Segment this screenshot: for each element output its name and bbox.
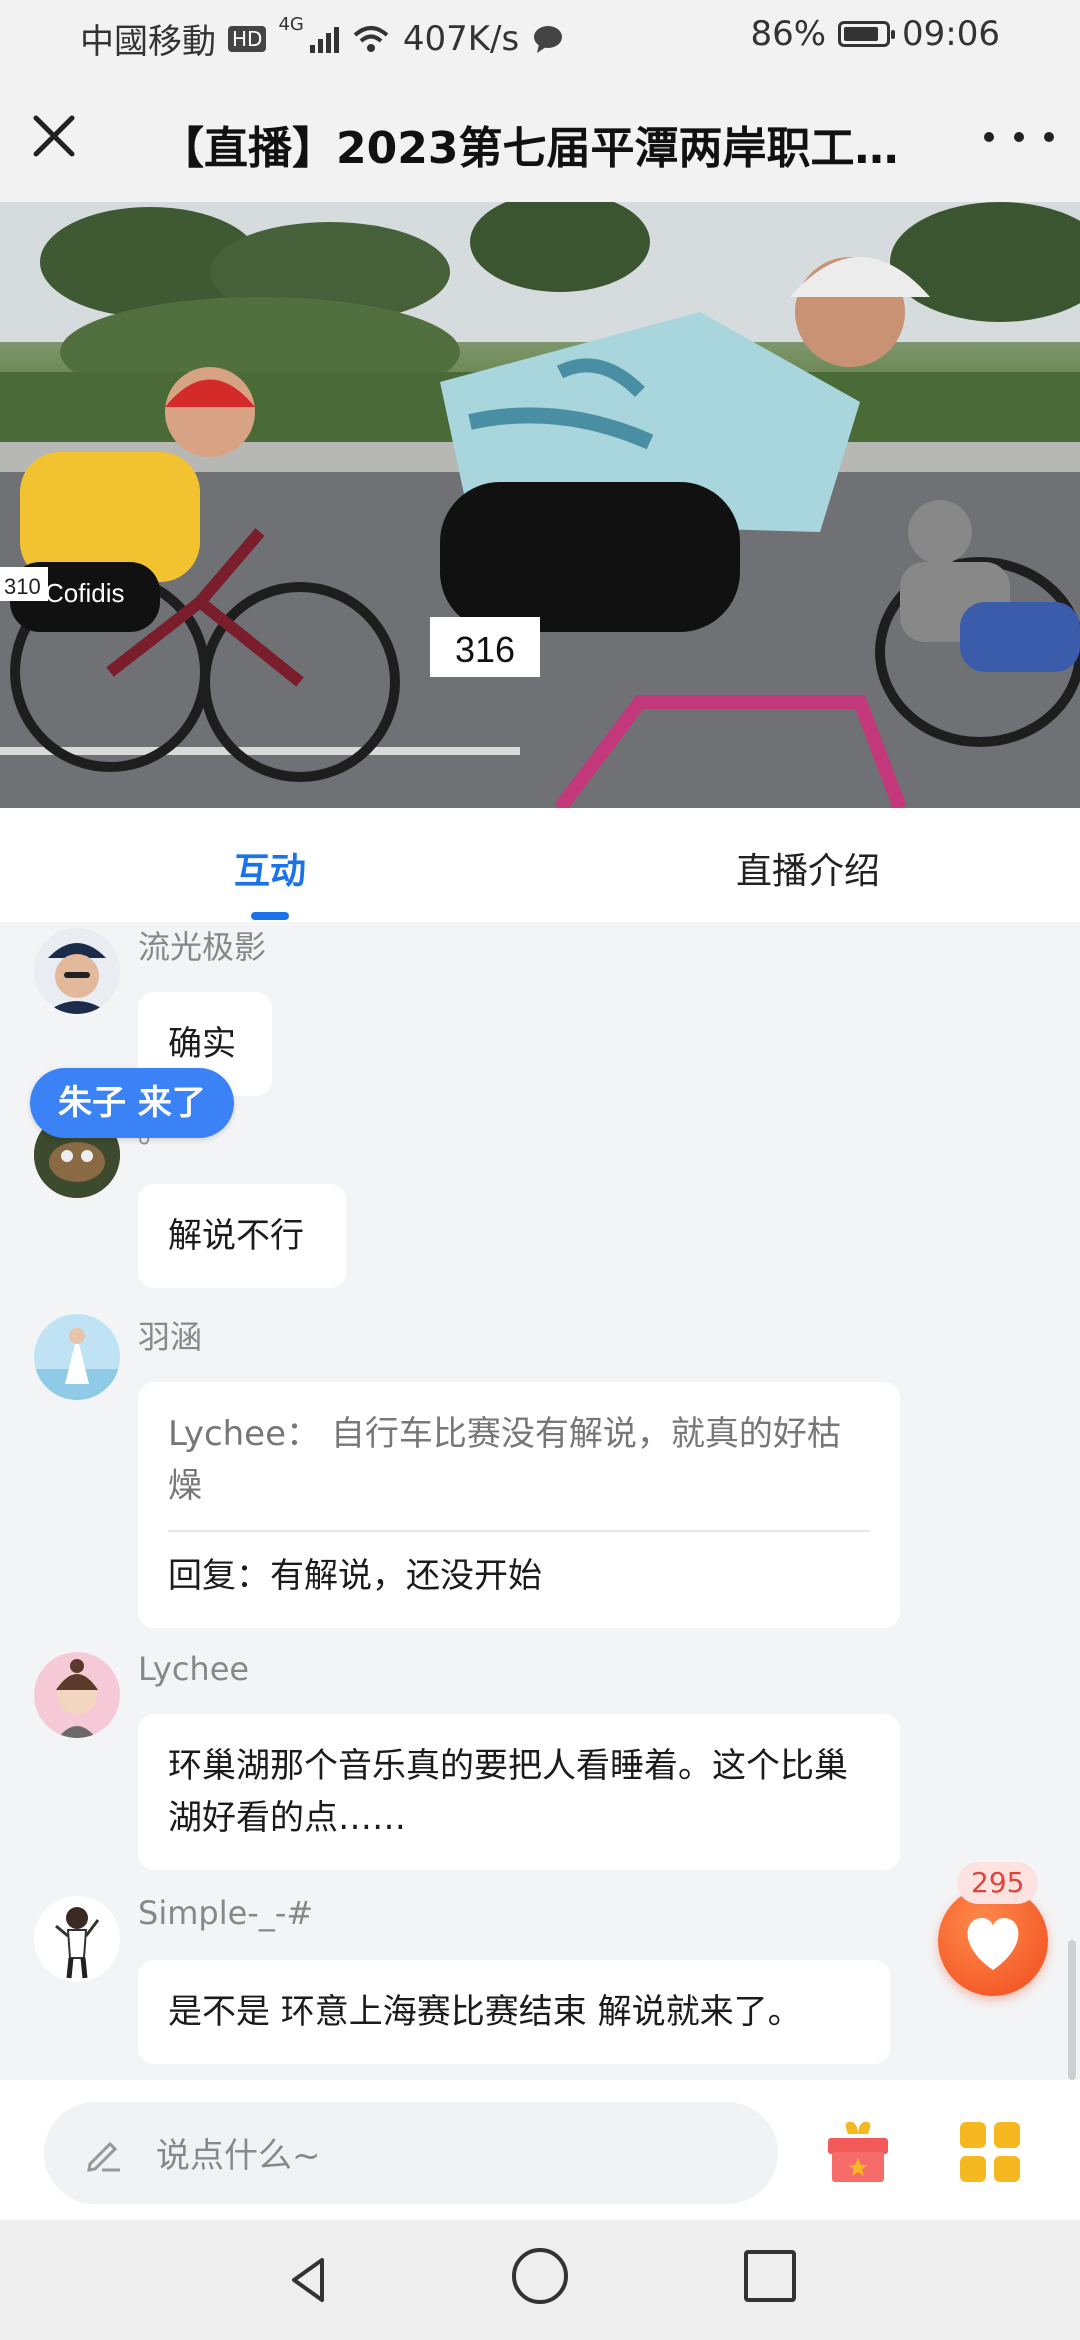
back-icon[interactable] <box>280 2250 340 2310</box>
username: 羽涵 <box>138 1318 203 1356</box>
network-type: 4G <box>278 14 304 35</box>
video-frame: Cofidis 310 316 <box>0 202 1080 808</box>
message-bubble: 解说不行 <box>138 1184 346 1288</box>
message-bubble: 是不是 环意上海赛比赛结束 解说就来了。 <box>138 1960 890 2064</box>
chat-list[interactable]: 流光极影 确实 。 解说不行 朱子 来了 羽涵 Lyc <box>0 922 1080 2080</box>
page-title: 【直播】2023第七届平潭两岸职工… <box>160 123 899 174</box>
top-bar: 【直播】2023第七届平潭两岸职工… <box>0 70 1080 202</box>
gift-icon[interactable] <box>822 2114 894 2186</box>
battery-level <box>844 27 879 41</box>
home-icon[interactable] <box>512 2248 568 2304</box>
tab-bar: 互动 直播介绍 <box>0 808 1080 922</box>
recent-apps-icon[interactable] <box>744 2250 796 2302</box>
comment-placeholder: 说点什么~ <box>156 2136 321 2176</box>
battery-percent: 86% <box>750 14 827 54</box>
status-bar: 中國移動 HD 4G 407K/s 86% 09:06 <box>0 0 1080 70</box>
wifi-icon <box>353 25 389 52</box>
message-icon <box>534 25 563 53</box>
like-count: 295 <box>957 1862 1039 1904</box>
avatar[interactable] <box>34 1652 120 1738</box>
system-nav-bar <box>0 2220 1080 2340</box>
divider <box>168 1530 870 1532</box>
comment-bar: 说点什么~ <box>0 2080 1080 2220</box>
carrier-label: 中國移動 <box>80 22 216 62</box>
chat-scrollbar[interactable] <box>1068 1940 1076 2080</box>
username: 流光极影 <box>138 928 267 966</box>
hd-badge: HD <box>228 25 267 52</box>
battery-icon <box>838 21 896 47</box>
avatar[interactable] <box>34 928 120 1014</box>
clock: 09:06 <box>902 14 1000 54</box>
signal-icon <box>309 25 339 53</box>
reply-text: 回复：有解说，还没开始 <box>168 1556 542 1596</box>
bib-number-left: 310 <box>4 574 41 599</box>
jersey-text: Cofidis <box>45 578 124 608</box>
close-icon[interactable] <box>24 106 84 166</box>
comment-input[interactable]: 说点什么~ <box>44 2102 778 2204</box>
avatar[interactable] <box>34 1896 120 1982</box>
reply-bubble: Lychee： 自行车比赛没有解说，就真的好枯燥 回复：有解说，还没开始 <box>138 1382 900 1628</box>
network-speed: 407K/s <box>402 18 520 59</box>
active-tab-indicator <box>251 912 289 920</box>
message-bubble: 环巢湖那个音乐真的要把人看睡着。这个比巢湖好看的点…… <box>138 1714 900 1870</box>
tab-live-intro[interactable]: 直播介绍 <box>736 842 880 894</box>
bib-number-front: 316 <box>455 629 515 670</box>
live-video-player[interactable]: Cofidis 310 316 <box>0 202 1080 808</box>
tab-interaction[interactable]: 互动 <box>234 842 306 894</box>
more-apps-icon[interactable] <box>960 2122 1020 2182</box>
user-joined-badge: 朱子 来了 <box>30 1068 234 1138</box>
more-options-icon[interactable] <box>984 122 1054 152</box>
quoted-message: Lychee： 自行车比赛没有解说，就真的好枯燥 <box>168 1414 841 1506</box>
username: Simple-_-# <box>138 1894 314 1932</box>
pencil-icon <box>87 2141 120 2172</box>
avatar[interactable] <box>34 1314 120 1400</box>
username: Lychee <box>138 1650 250 1688</box>
